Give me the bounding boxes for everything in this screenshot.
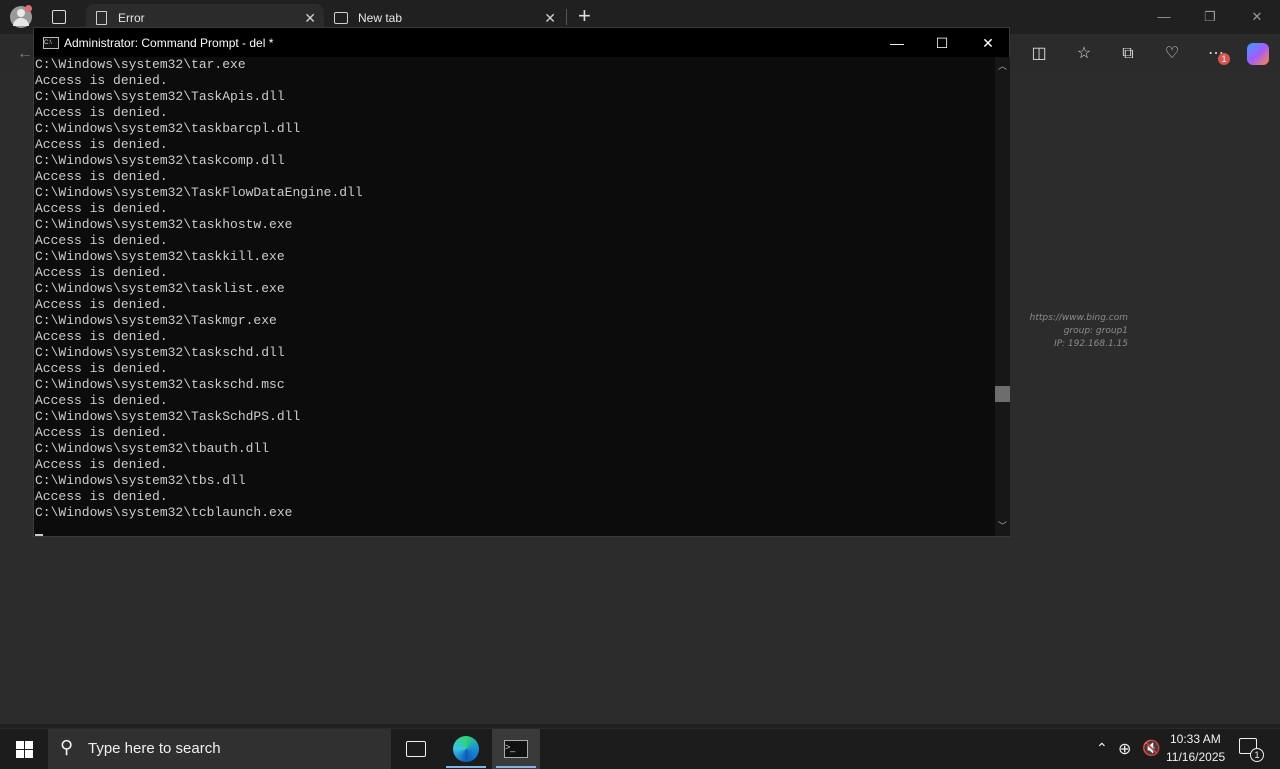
scrollbar-thumb[interactable] xyxy=(995,385,1010,402)
cmd-maximize-icon[interactable]: ☐ xyxy=(919,31,965,55)
console-line: Access is denied. xyxy=(35,137,168,152)
console-line: C:\Windows\system32\taskcomp.dll xyxy=(35,153,285,168)
minimize-icon[interactable]: — xyxy=(1141,6,1187,28)
console-line: C:\Windows\system32\TaskFlowDataEngine.d… xyxy=(35,185,363,200)
terminal-icon: >_ xyxy=(504,740,528,758)
console-line: Access is denied. xyxy=(35,329,168,344)
search-placeholder: Type here to search xyxy=(88,740,221,757)
watermark-url: https://www.bing.com xyxy=(1029,313,1128,323)
console-line: C:\Windows\system32\taskkill.exe xyxy=(35,249,285,264)
console-line: C:\Windows\system32\taskschd.msc xyxy=(35,377,285,392)
volume-muted-icon[interactable]: 🔇 xyxy=(1142,739,1161,757)
cmd-taskbar-button[interactable]: >_ xyxy=(492,729,540,769)
console-line: Access is denied. xyxy=(35,73,168,88)
new-tab-page-icon xyxy=(334,12,348,24)
profile-avatar[interactable] xyxy=(10,5,32,28)
console-line: C:\Windows\system32\taskschd.dll xyxy=(35,345,285,360)
clock-time[interactable]: 10:33 AM xyxy=(1170,732,1221,746)
console-cursor xyxy=(35,521,995,536)
chevron-up-icon[interactable]: ⌃ xyxy=(1096,740,1108,757)
new-tab-button[interactable]: + xyxy=(578,3,591,29)
console-line: C:\Windows\system32\tbauth.dll xyxy=(35,441,270,456)
console-line: Access is denied. xyxy=(35,425,168,440)
scroll-down-icon[interactable]: ﹀ xyxy=(998,519,1007,532)
windows-start-icon[interactable] xyxy=(16,741,33,758)
cmd-minimize-icon[interactable]: — xyxy=(874,31,920,55)
scroll-up-icon[interactable]: ︿ xyxy=(998,59,1007,72)
task-view-icon[interactable] xyxy=(406,741,426,757)
console-line: C:\Windows\system32\TaskApis.dll xyxy=(35,89,285,104)
console-line: Access is denied. xyxy=(35,457,168,472)
cmd-titlebar[interactable]: C:\ Administrator: Command Prompt - del … xyxy=(34,28,1009,57)
console-line: C:\Windows\system32\tasklist.exe xyxy=(35,281,285,296)
console-line: Access is denied. xyxy=(35,105,168,120)
network-globe-icon[interactable]: ⊕ xyxy=(1118,739,1131,759)
cmd-close-icon[interactable]: ✕ xyxy=(965,31,1011,55)
console-line: C:\Windows\system32\tcblaunch.exe xyxy=(35,505,293,520)
console-output[interactable]: C:\Windows\system32\tar.exe Access is den… xyxy=(34,57,995,536)
notification-count: 1 xyxy=(1250,748,1264,762)
watermark-group: group: group1 xyxy=(1063,326,1128,336)
search-icon: ⚲ xyxy=(60,737,74,757)
tab-actions-icon[interactable] xyxy=(52,10,66,24)
console-line: Access is denied. xyxy=(35,169,168,184)
cmd-scrollbar[interactable]: ︿ ﹀ xyxy=(995,57,1010,536)
console-line: Access is denied. xyxy=(35,361,168,376)
console-line: C:\Windows\system32\tbs.dll xyxy=(35,473,246,488)
taskbar-search-box[interactable]: ⚲ Type here to search xyxy=(48,729,391,769)
console-line: C:\Windows\system32\TaskSchdPS.dll xyxy=(35,409,301,424)
tab-divider xyxy=(566,9,567,25)
cmd-window-title: Administrator: Command Prompt - del * xyxy=(64,36,274,50)
close-window-icon[interactable]: ✕ xyxy=(1234,6,1280,28)
console-line: Access is denied. xyxy=(35,489,168,504)
watermark-ip: IP: 192.168.1.15 xyxy=(1054,339,1128,349)
cmd-app-icon: C:\ xyxy=(43,37,59,49)
console-line: Access is denied. xyxy=(35,201,168,216)
console-line: Access is denied. xyxy=(35,265,168,280)
clock-date[interactable]: 11/16/2025 xyxy=(1166,750,1225,764)
console-line: C:\Windows\system32\Taskmgr.exe xyxy=(35,313,277,328)
restore-icon[interactable]: ❐ xyxy=(1187,6,1233,28)
console-line: Access is denied. xyxy=(35,393,168,408)
split-screen-icon[interactable]: ◫ xyxy=(1026,41,1052,67)
browser-essentials-icon[interactable]: ♡ xyxy=(1159,41,1185,67)
console-line: C:\Windows\system32\taskhostw.exe xyxy=(35,217,293,232)
taskbar: ⚲ Type here to search >_ ⌃ ⊕ 🔇 10:33 AM … xyxy=(0,728,1280,769)
collections-icon[interactable]: ⧉ xyxy=(1115,41,1141,67)
console-line: Access is denied. xyxy=(35,297,168,312)
console-line: C:\Windows\system32\tar.exe xyxy=(35,57,246,72)
menu-badge: 1 xyxy=(1218,53,1230,65)
console-line: Access is denied. xyxy=(35,233,168,248)
command-prompt-window[interactable]: C:\ Administrator: Command Prompt - del … xyxy=(33,27,1010,537)
console-line: C:\Windows\system32\taskbarcpl.dll xyxy=(35,121,301,136)
favorites-icon[interactable]: ☆ xyxy=(1071,41,1097,67)
copilot-icon[interactable] xyxy=(1247,43,1269,65)
page-icon xyxy=(96,11,107,25)
edge-browser-icon[interactable] xyxy=(453,736,479,762)
